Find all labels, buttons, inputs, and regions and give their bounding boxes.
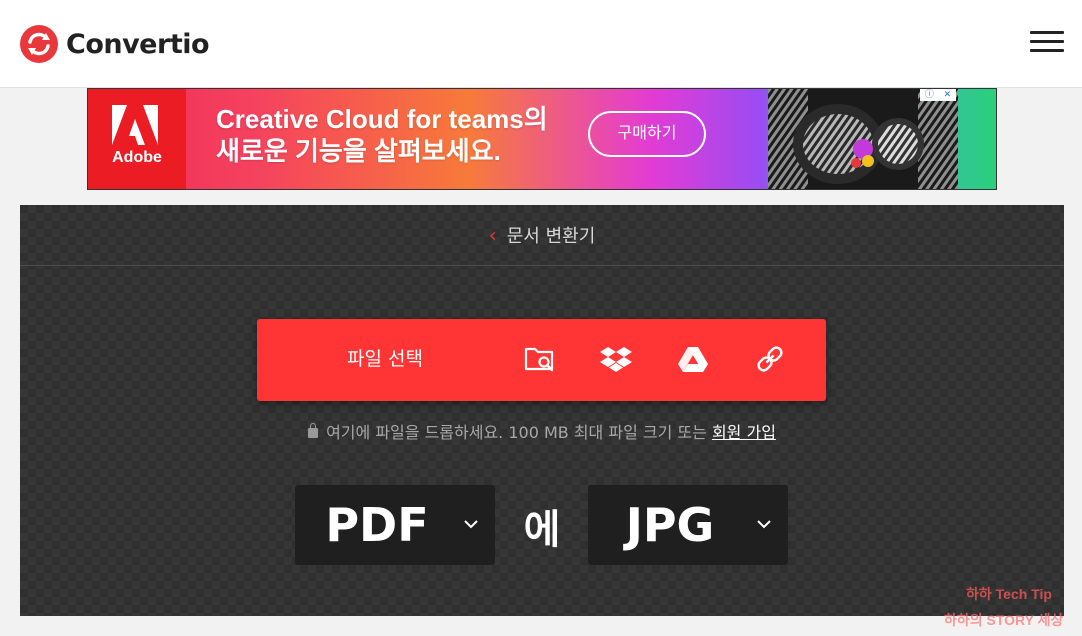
convertio-logo-icon xyxy=(20,25,58,63)
drop-hint: 여기에 파일을 드롭하세요. 100 MB 최대 파일 크기 또는 회원 가입 xyxy=(20,419,1064,443)
watermark-line-1: 하하 Tech Tip xyxy=(966,586,1052,602)
to-format-label: JPG xyxy=(625,498,715,552)
to-format-select[interactable]: JPG xyxy=(588,485,788,565)
breadcrumb: ‹ 문서 변환기 xyxy=(20,205,1064,266)
drop-hint-text: 여기에 파일을 드롭하세요. 100 MB 최대 파일 크기 또는 xyxy=(326,423,707,442)
converter-panel: ‹ 문서 변환기 파일 선택 여기에 파일을 드롭하세요. 100 MB 최대 … xyxy=(20,205,1064,616)
ad-banner[interactable]: Adobe Creative Cloud for teams의 새로운 기능을 … xyxy=(87,88,997,190)
folder-search-icon[interactable] xyxy=(520,339,560,379)
chevron-down-icon xyxy=(757,520,771,529)
adobe-icon xyxy=(112,105,158,145)
file-select-bar: 파일 선택 xyxy=(257,319,826,401)
ad-buy-button[interactable]: 구매하기 xyxy=(588,111,706,157)
ad-artwork: ⓘ ✕ xyxy=(768,89,958,189)
signup-link[interactable]: 회원 가입 xyxy=(712,423,776,442)
breadcrumb-document-converter[interactable]: 문서 변환기 xyxy=(507,222,596,248)
ad-headline: Creative Cloud for teams의 새로운 기능을 살펴보세요. xyxy=(216,103,548,167)
hamburger-menu-icon[interactable] xyxy=(1030,31,1064,57)
ad-controls[interactable]: ⓘ ✕ xyxy=(920,89,956,101)
lock-icon xyxy=(308,423,319,438)
ad-close-icon[interactable]: ✕ xyxy=(944,89,952,101)
chevron-left-icon[interactable]: ‹ xyxy=(489,223,497,247)
to-separator: 에 xyxy=(523,507,561,553)
from-format-select[interactable]: PDF xyxy=(295,485,495,565)
convertio-logo[interactable]: Convertio xyxy=(20,24,210,64)
brand-name: Convertio xyxy=(66,28,210,60)
adobe-wordmark: Adobe xyxy=(112,149,162,166)
ad-line-1: Creative Cloud for teams의 xyxy=(216,104,548,134)
chevron-down-icon xyxy=(464,520,478,529)
site-header: Convertio xyxy=(0,0,1082,88)
link-icon[interactable] xyxy=(750,339,790,379)
google-drive-icon[interactable] xyxy=(673,339,713,379)
ad-line-2: 새로운 기능을 살펴보세요. xyxy=(216,136,501,166)
from-format-label: PDF xyxy=(325,498,429,552)
watermark-line-2: 하하의 STORY 세상 xyxy=(944,612,1064,628)
adobe-logo: Adobe xyxy=(88,89,186,189)
choose-files-button[interactable]: 파일 선택 xyxy=(257,319,513,401)
ad-info-icon[interactable]: ⓘ xyxy=(925,89,934,101)
dropbox-icon[interactable] xyxy=(596,339,636,379)
